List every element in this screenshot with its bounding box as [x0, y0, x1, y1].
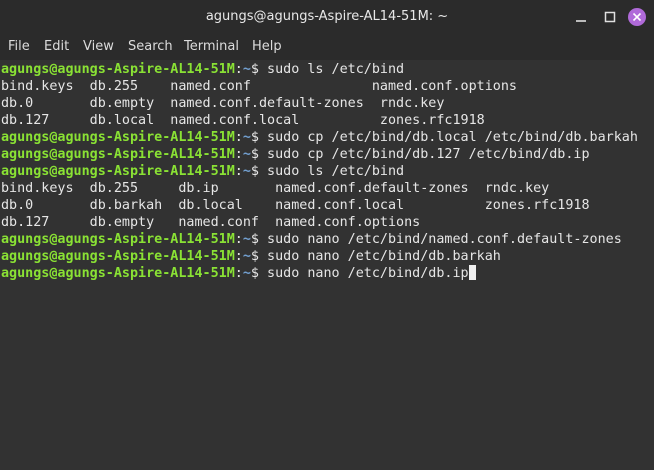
command-text: sudo cp /etc/bind/db.127 /etc/bind/db.ip — [267, 147, 590, 162]
menu-edit[interactable]: Edit — [44, 34, 69, 60]
prompt-separator: : — [234, 249, 243, 264]
output-line: db.127 db.empty named.conf named.conf.op… — [1, 215, 421, 230]
output-line: db.0 db.empty named.conf.default-zones r… — [1, 96, 445, 111]
title-bar[interactable]: agungs@agungs-Aspire-AL14-51M: ~ — [0, 0, 654, 34]
prompt-separator: : — [234, 164, 243, 179]
prompt-symbol: $ — [250, 232, 268, 247]
prompt-user: agungs@agungs-Aspire-AL14-51M — [1, 249, 235, 264]
close-button[interactable] — [628, 8, 646, 26]
prompt-path: ~ — [242, 266, 251, 281]
command-text: sudo nano /etc/bind/db.barkah — [267, 249, 501, 264]
terminal-window: agungs@agungs-Aspire-AL14-51M: ~ File Ed… — [0, 0, 654, 470]
minimize-button[interactable] — [573, 9, 589, 25]
close-icon — [632, 12, 642, 22]
prompt-user: agungs@agungs-Aspire-AL14-51M — [1, 62, 235, 77]
menu-terminal[interactable]: Terminal — [184, 34, 239, 60]
prompt-symbol: $ — [250, 249, 268, 264]
prompt-line: agungs@agungs-Aspire-AL14-51M:~$ sudo cp… — [1, 129, 638, 146]
prompt-path: ~ — [242, 249, 251, 264]
minimize-icon — [576, 20, 586, 22]
menu-file[interactable]: File — [8, 34, 30, 60]
prompt-line: agungs@agungs-Aspire-AL14-51M:~$ sudo ls… — [1, 61, 404, 78]
prompt-user: agungs@agungs-Aspire-AL14-51M — [1, 164, 235, 179]
terminal-output[interactable]: agungs@agungs-Aspire-AL14-51M:~$ sudo ls… — [0, 60, 654, 470]
prompt-user: agungs@agungs-Aspire-AL14-51M — [1, 232, 235, 247]
prompt-symbol: $ — [250, 62, 268, 77]
prompt-line: agungs@agungs-Aspire-AL14-51M:~$ sudo na… — [1, 265, 476, 282]
command-text: sudo ls /etc/bind — [267, 62, 405, 77]
window-title: agungs@agungs-Aspire-AL14-51M: ~ — [205, 9, 449, 24]
prompt-symbol: $ — [250, 266, 268, 281]
output-line: db.0 db.barkah db.local named.conf.local… — [1, 198, 590, 213]
prompt-path: ~ — [242, 232, 251, 247]
prompt-separator: : — [234, 62, 243, 77]
menu-bar: File Edit View Search Terminal Help — [0, 34, 654, 60]
maximize-icon — [604, 11, 616, 23]
output-line: db.127 db.local named.conf.local zones.r… — [1, 113, 485, 128]
prompt-path: ~ — [242, 130, 251, 145]
prompt-line: agungs@agungs-Aspire-AL14-51M:~$ sudo ls… — [1, 163, 404, 180]
prompt-separator: : — [234, 266, 243, 281]
prompt-line: agungs@agungs-Aspire-AL14-51M:~$ sudo cp… — [1, 146, 590, 163]
prompt-symbol: $ — [250, 130, 268, 145]
prompt-user: agungs@agungs-Aspire-AL14-51M — [1, 266, 235, 281]
command-text: sudo nano /etc/bind/named.conf.default-z… — [267, 232, 622, 247]
prompt-symbol: $ — [250, 164, 268, 179]
prompt-path: ~ — [242, 147, 251, 162]
output-line: bind.keys db.255 db.ip named.conf.defaul… — [1, 181, 550, 196]
maximize-button[interactable] — [602, 9, 618, 25]
command-text: sudo cp /etc/bind/db.local /etc/bind/db.… — [267, 130, 638, 145]
prompt-path: ~ — [242, 62, 251, 77]
output-line: bind.keys db.255 named.conf named.conf.o… — [1, 79, 517, 94]
menu-search[interactable]: Search — [128, 34, 173, 60]
prompt-separator: : — [234, 147, 243, 162]
prompt-line: agungs@agungs-Aspire-AL14-51M:~$ sudo na… — [1, 248, 501, 265]
prompt-path: ~ — [242, 164, 251, 179]
menu-view[interactable]: View — [83, 34, 114, 60]
prompt-user: agungs@agungs-Aspire-AL14-51M — [1, 130, 235, 145]
command-text: sudo ls /etc/bind — [267, 164, 405, 179]
text-cursor — [468, 265, 476, 280]
command-text: sudo nano /etc/bind/db.ip — [267, 266, 469, 281]
prompt-separator: : — [234, 130, 243, 145]
prompt-user: agungs@agungs-Aspire-AL14-51M — [1, 147, 235, 162]
menu-help[interactable]: Help — [252, 34, 282, 60]
prompt-symbol: $ — [250, 147, 268, 162]
prompt-separator: : — [234, 232, 243, 247]
prompt-line: agungs@agungs-Aspire-AL14-51M:~$ sudo na… — [1, 231, 622, 248]
